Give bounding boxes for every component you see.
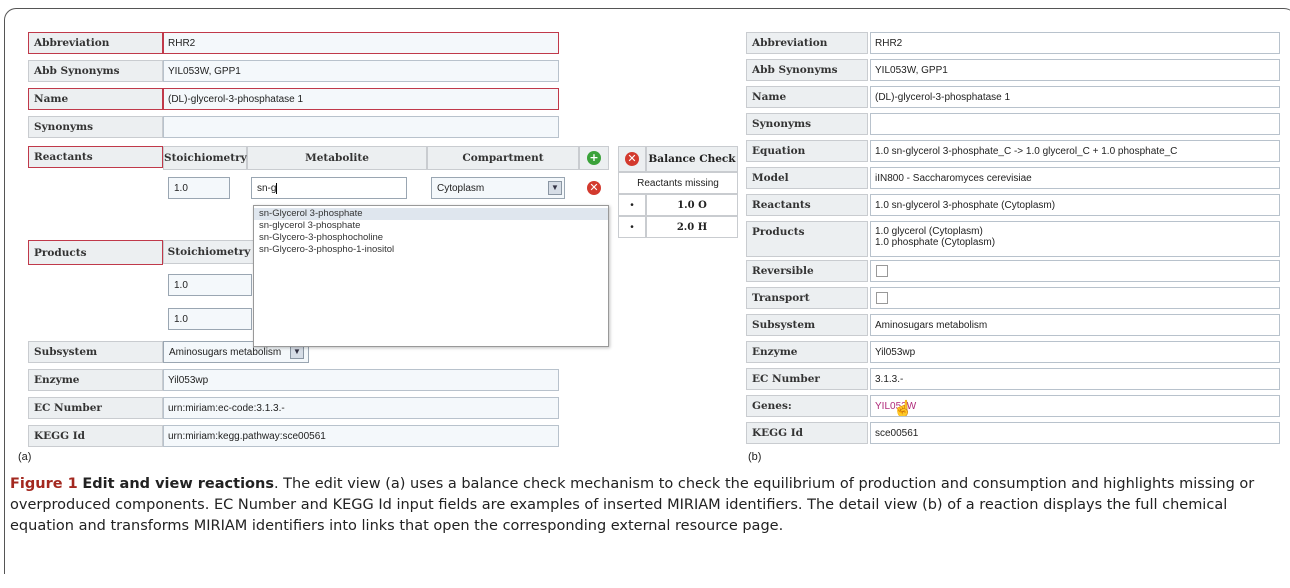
ec-number-label: EC Number (28, 397, 163, 419)
reactant-stoichiometry-input[interactable]: 1.0 (168, 177, 230, 199)
detail-subsystem-value: Aminosugars metabolism (870, 314, 1280, 336)
synonyms-label: Synonyms (28, 116, 163, 138)
detail-genes-label: Genes: (746, 395, 868, 417)
reactants-stoichiometry-header: Stoichiometry (163, 146, 247, 170)
subsystem-label: Subsystem (28, 341, 163, 363)
kegg-id-label: KEGG Id (28, 425, 163, 447)
hand-cursor-icon: ☝ (893, 401, 913, 417)
products-label: Products (28, 240, 163, 265)
metabolite-autocomplete: sn-Glycerol 3-phosphate sn-glycerol 3-ph… (253, 205, 609, 347)
detail-transport-value (870, 287, 1280, 309)
reactant-metabolite-text: sn-g (257, 183, 277, 195)
abbreviation-label: Abbreviation (28, 32, 163, 54)
text-cursor (276, 183, 278, 194)
autocomplete-option[interactable]: sn-glycerol 3-phosphate (254, 220, 608, 232)
balance-missing-value: 2.0 H (646, 216, 738, 238)
balance-status-text: Reactants missing (618, 172, 738, 194)
caption-ref-b: (b) (922, 497, 943, 513)
detail-reversible-value (870, 260, 1280, 282)
enzyme-label: Enzyme (28, 369, 163, 391)
detail-equation-value: 1.0 sn-glycerol 3-phosphate_C -> 1.0 gly… (870, 140, 1280, 162)
caption-text: . The edit view (273, 476, 386, 492)
detail-abb-synonyms-label: Abb Synonyms (746, 59, 868, 81)
chevron-down-icon[interactable]: ▼ (548, 181, 562, 195)
detail-reactants-value: 1.0 sn-glycerol 3-phosphate (Cytoplasm) (870, 194, 1280, 216)
transport-checkbox (876, 292, 888, 304)
reactant-metabolite-input[interactable]: sn-g (251, 177, 407, 199)
detail-abb-synonyms-value: YIL053W, GPP1 (870, 59, 1280, 81)
product-stoichiometry-input-1[interactable]: 1.0 (168, 274, 252, 296)
error-icon: ✕ (625, 152, 639, 166)
detail-equation-label: Equation (746, 140, 868, 162)
balance-missing-value: 1.0 O (646, 194, 738, 216)
panel-a-label: (a) (18, 451, 32, 463)
chevron-down-icon[interactable]: ▼ (290, 345, 304, 359)
detail-model-label: Model (746, 167, 868, 189)
detail-product-line: 1.0 phosphate (Cytoplasm) (875, 237, 996, 248)
reactants-metabolite-header: Metabolite (247, 146, 427, 170)
reactant-compartment-select[interactable]: Cytoplasm ▼ (431, 177, 565, 199)
detail-reactants-label: Reactants (746, 194, 868, 216)
product-stoichiometry-input-2[interactable]: 1.0 (168, 308, 252, 330)
synonyms-input[interactable] (163, 116, 559, 138)
detail-product-line: 1.0 glycerol (Cytoplasm) (875, 226, 983, 237)
detail-synonyms-value (870, 113, 1280, 135)
detail-model-value: iIN800 - Saccharomyces cerevisiae (870, 167, 1280, 189)
autocomplete-option[interactable]: sn-Glycero-3-phospho-1-inositol (254, 244, 608, 256)
detail-enzyme-label: Enzyme (746, 341, 868, 363)
add-reactant-cell: + (579, 146, 609, 170)
panel-b-label: (b) (748, 451, 762, 463)
name-label: Name (28, 88, 163, 110)
detail-enzyme-value: Yil053wp (870, 341, 1280, 363)
autocomplete-option[interactable]: sn-Glycerol 3-phosphate (254, 208, 608, 220)
figure-title: Edit and view reactions (82, 476, 274, 492)
balance-bullet: • (618, 216, 646, 238)
ec-number-input[interactable]: urn:miriam:ec-code:3.1.3.- (163, 397, 559, 419)
detail-transport-label: Transport (746, 287, 868, 309)
detail-name-label: Name (746, 86, 868, 108)
detail-subsystem-label: Subsystem (746, 314, 868, 336)
reactants-compartment-header: Compartment (427, 146, 579, 170)
reactant-compartment-value: Cytoplasm (437, 183, 485, 194)
name-input[interactable]: (DL)-glycerol-3-phosphatase 1 (163, 88, 559, 110)
detail-abbreviation-label: Abbreviation (746, 32, 868, 54)
abb-synonyms-input[interactable]: YIL053W, GPP1 (163, 60, 559, 82)
abbreviation-input[interactable]: RHR2 (163, 32, 559, 54)
balance-bullet: • (618, 194, 646, 216)
abb-synonyms-label: Abb Synonyms (28, 60, 163, 82)
figure-caption: Figure 1 Edit and view reactions. The ed… (10, 474, 1280, 537)
balance-status-cell: ✕ (618, 146, 646, 172)
delete-reactant-icon[interactable]: ✕ (587, 181, 601, 195)
detail-products-label: Products (746, 221, 868, 257)
detail-abbreviation-value: RHR2 (870, 32, 1280, 54)
balance-check-title: Balance Check (646, 146, 738, 172)
enzyme-input[interactable]: Yil053wp (163, 369, 559, 391)
add-reactant-icon[interactable]: + (587, 151, 601, 165)
reversible-checkbox (876, 265, 888, 277)
detail-products-value: 1.0 glycerol (Cytoplasm) 1.0 phosphate (… (870, 221, 1280, 257)
detail-synonyms-label: Synonyms (746, 113, 868, 135)
detail-ec-number-value: 3.1.3.- (870, 368, 1280, 390)
subsystem-value: Aminosugars metabolism (169, 347, 282, 358)
products-stoichiometry-header: Stoichiometry (163, 240, 255, 264)
detail-kegg-id-value: sce00561 (870, 422, 1280, 444)
detail-genes-value: YIL053W ☝ (870, 395, 1280, 417)
autocomplete-option[interactable]: sn-Glycero-3-phosphocholine (254, 232, 608, 244)
detail-kegg-id-label: KEGG Id (746, 422, 868, 444)
caption-ref-a: (a) (385, 476, 406, 492)
detail-ec-number-label: EC Number (746, 368, 868, 390)
kegg-id-input[interactable]: urn:miriam:kegg.pathway:sce00561 (163, 425, 559, 447)
detail-reversible-label: Reversible (746, 260, 868, 282)
figure-number: Figure 1 (10, 476, 78, 492)
reactants-label: Reactants (28, 146, 163, 168)
detail-name-value: (DL)-glycerol-3-phosphatase 1 (870, 86, 1280, 108)
